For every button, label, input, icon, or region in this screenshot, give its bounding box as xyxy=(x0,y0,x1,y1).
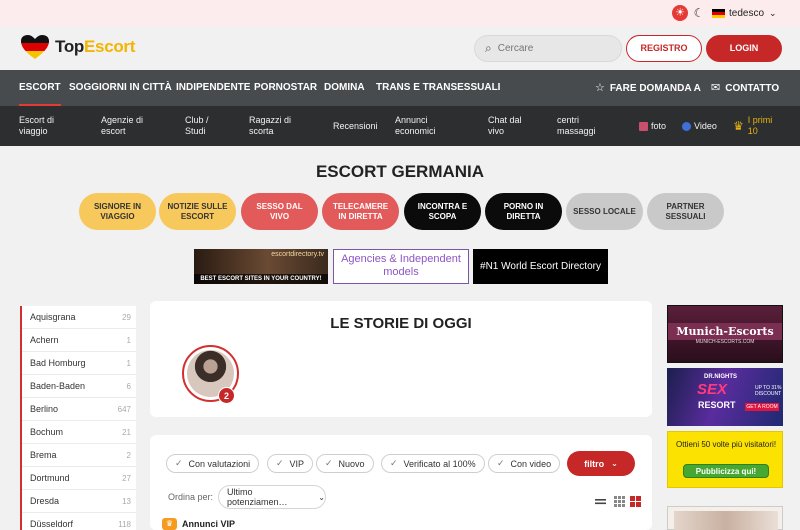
city-item[interactable]: Dortmund 27 xyxy=(22,467,136,490)
star-icon: ☆ xyxy=(595,82,605,94)
nav-item-escort[interactable]: ESCORT xyxy=(19,70,61,106)
filter-chip-vip[interactable]: ✓ VIP xyxy=(267,454,314,473)
nav-item-pornostar[interactable]: PORNOSTAR xyxy=(254,70,317,106)
subnav-massage[interactable]: centri massaggi xyxy=(557,106,613,146)
filter-button[interactable]: filtro ⌄ xyxy=(567,451,635,476)
dark-mode-icon[interactable]: ☾ xyxy=(691,5,707,21)
story-count-badge: 2 xyxy=(218,387,235,404)
grid-small-view-icon[interactable] xyxy=(614,496,625,507)
city-item[interactable]: Dresda 13 xyxy=(22,490,136,513)
ad-sex-resort[interactable]: DR.NIGHTS SEX RESORT UP TO 31% DISCOUNT … xyxy=(667,368,783,426)
banner-world-directory[interactable]: #N1 World Escort Directory xyxy=(473,249,608,284)
language-selector[interactable]: tedesco ⌄ xyxy=(712,5,777,21)
filters-card: ✓ Con valutazioni ✓ VIP ✓ Nuovo ✓ Verificato… xyxy=(150,435,652,530)
nav-contact-link[interactable]: ✉ CONTATTO xyxy=(711,70,779,106)
city-list: Aquisgrana 29 Achern 1 Bad Homburg 1 Baden-… xyxy=(20,306,136,530)
search-input[interactable] xyxy=(497,43,598,54)
subnav-classifieds[interactable]: Annunci economici xyxy=(395,106,457,146)
stories-card: LE STORIE DI OGGI 2 xyxy=(150,301,652,417)
play-icon xyxy=(682,121,691,131)
ad-image xyxy=(674,511,778,530)
subnav-agencies[interactable]: Agenzie di escort xyxy=(101,106,163,146)
mail-icon: ✉ xyxy=(711,82,721,94)
german-flag-icon xyxy=(712,8,725,18)
ad-advertise-here[interactable]: Ottieni 50 volte più visitatori! Pubblic… xyxy=(667,431,783,488)
light-mode-icon[interactable]: ☀ xyxy=(672,5,688,21)
subnav-clubs[interactable]: Club / Studi xyxy=(185,106,229,146)
filter-chip-new[interactable]: ✓ Nuovo xyxy=(316,454,374,473)
filter-chip-reviews[interactable]: ✓ Con valutazioni xyxy=(166,454,260,473)
city-item[interactable]: Brema 2 xyxy=(22,444,136,467)
login-button[interactable]: LOGIN xyxy=(706,35,782,62)
check-icon: ✓ xyxy=(325,458,333,468)
chevron-down-icon: ⌄ xyxy=(611,459,618,468)
logo-text: TopEscort xyxy=(55,37,136,56)
sub-nav: Escort di viaggio Agenzie di escort Club… xyxy=(0,106,800,146)
grid-large-view-icon[interactable] xyxy=(630,496,641,507)
pill-local-sex[interactable]: SESSO LOCALE xyxy=(566,193,643,230)
top-strip: ☀ ☾ tedesco ⌄ xyxy=(0,0,800,26)
subnav-travel-escorts[interactable]: Escort di viaggio xyxy=(19,106,79,146)
crown-icon: ♛ xyxy=(733,118,744,133)
chevron-down-icon: ⌄ xyxy=(769,7,777,18)
nav-item-soggiorni[interactable]: SOGGIORNI IN CITTÀ xyxy=(69,70,172,106)
photo-icon xyxy=(639,121,648,131)
list-view-icon[interactable] xyxy=(595,496,606,507)
crown-icon: ♛ xyxy=(162,518,177,530)
subnav-foto[interactable]: foto xyxy=(639,106,666,146)
filter-chip-video[interactable]: ✓ Con video xyxy=(488,454,561,473)
pill-meet-fuck[interactable]: INCONTRA E SCOPA xyxy=(404,193,481,230)
advertise-button[interactable]: Pubblicizza qui! xyxy=(683,464,769,478)
nav-item-trans[interactable]: TRANS E TRANSESSUALI xyxy=(376,70,500,106)
banner-agencies[interactable]: Agencies & Independent models xyxy=(333,249,469,284)
nav-item-indipendente[interactable]: INDIPENDENTE xyxy=(176,70,250,106)
ad-bottom-banner[interactable] xyxy=(667,506,783,530)
pill-live-porn[interactable]: PORNO IN DIRETTA xyxy=(485,193,562,230)
ad-munich-escorts[interactable]: Munich-Escorts MUNICH-ESCORTS.COM xyxy=(667,305,783,363)
site-logo[interactable]: TopEscort xyxy=(20,34,135,60)
banner-escortdirectory[interactable]: escortdirectory.tv BEST ESCORT SITES IN … xyxy=(194,249,328,284)
city-item[interactable]: Düsseldorf 118 xyxy=(22,513,136,530)
vip-heading: ♛ Annunci VIP xyxy=(162,518,235,530)
pill-sex-partners[interactable]: PARTNER SESSUALI xyxy=(647,193,724,230)
subnav-boys[interactable]: Ragazzi di scorta xyxy=(249,106,303,146)
city-item[interactable]: Baden-Baden 6 xyxy=(22,375,136,398)
nav-item-domina[interactable]: DOMINA xyxy=(324,70,365,106)
chevron-down-icon: ⌄ xyxy=(318,492,325,502)
sort-label: Ordina per: xyxy=(168,492,214,502)
city-item[interactable]: Bochum 21 xyxy=(22,421,136,444)
main-nav: ESCORT SOGGIORNI IN CITTÀ INDIPENDENTE P… xyxy=(0,70,800,106)
city-item[interactable]: Bad Homburg 1 xyxy=(22,352,136,375)
nav-ask-link[interactable]: ☆ FARE DOMANDA A xyxy=(595,70,701,106)
search-box[interactable]: ⌕ xyxy=(474,35,622,62)
register-button[interactable]: REGISTRO xyxy=(626,35,702,62)
city-item[interactable]: Berlino 647 xyxy=(22,398,136,421)
check-icon: ✓ xyxy=(390,458,398,468)
heart-logo-icon xyxy=(21,35,49,59)
city-item[interactable]: Achern 1 xyxy=(22,329,136,352)
filter-chip-verified[interactable]: ✓ Verificato al 100% xyxy=(381,454,485,473)
subnav-live-chat[interactable]: Chat dal vivo xyxy=(488,106,536,146)
check-icon: ✓ xyxy=(175,458,183,468)
subnav-video[interactable]: Video xyxy=(682,106,717,146)
subnav-top10[interactable]: ♛ I primi 10 xyxy=(733,106,778,146)
page-title: ESCORT GERMANIA xyxy=(315,162,485,181)
pill-escort-news[interactable]: NOTIZIE SULLE ESCORT xyxy=(159,193,236,230)
pill-live-cams[interactable]: TELECAMERE IN DIRETTA xyxy=(322,193,399,230)
search-icon: ⌕ xyxy=(485,41,492,55)
subnav-reviews[interactable]: Recensioni xyxy=(333,106,378,146)
pill-travel-ladies[interactable]: SIGNORE IN VIAGGIO xyxy=(79,193,156,230)
city-item[interactable]: Aquisgrana 29 xyxy=(22,306,136,329)
pill-live-sex[interactable]: SESSO DAL VIVO xyxy=(241,193,318,230)
language-label: tedesco xyxy=(729,7,765,19)
check-icon: ✓ xyxy=(497,458,505,468)
check-icon: ✓ xyxy=(276,458,284,468)
stories-title: LE STORIE DI OGGI xyxy=(330,315,472,332)
site-header: TopEscort ⌕ REGISTRO LOGIN xyxy=(0,26,800,70)
sort-select[interactable]: Ultimo potenziamen… ⌄ xyxy=(218,485,326,509)
